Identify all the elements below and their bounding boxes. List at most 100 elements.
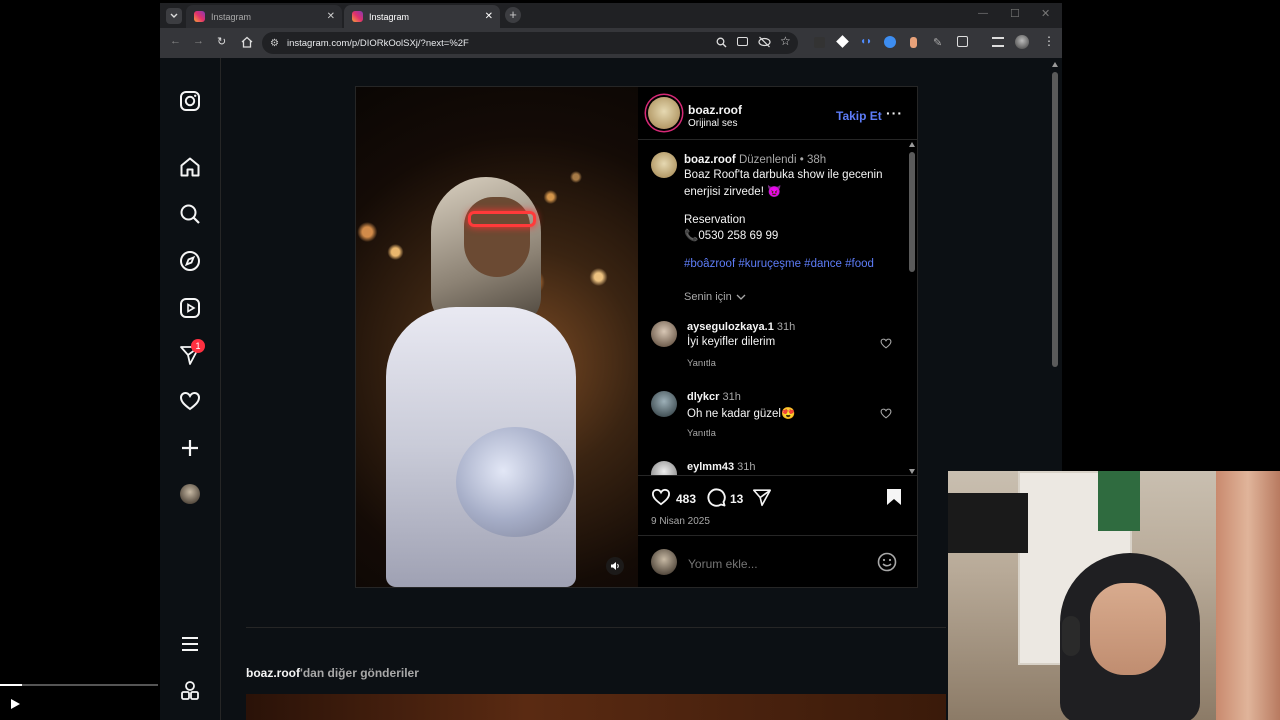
tab-instagram-2[interactable]: Instagram ✕ xyxy=(344,5,500,28)
create-plus-icon[interactable] xyxy=(179,437,201,459)
comment-count[interactable]: 13 xyxy=(730,492,743,506)
comments-scrollbar[interactable] xyxy=(908,142,916,474)
comment-avatar[interactable] xyxy=(651,461,677,475)
scroll-up-arrow-icon[interactable] xyxy=(909,142,915,147)
extension-icon-6[interactable]: ✎ xyxy=(933,36,942,49)
page-scroll-up-arrow-icon[interactable] xyxy=(1052,62,1058,67)
comment-header: eylmm43 31h xyxy=(687,461,756,473)
url-text: instagram.com/p/DIORkOolSXj/?next=%2F xyxy=(286,37,469,49)
comment-username[interactable]: eylmm43 xyxy=(687,461,734,473)
translate-toggle[interactable]: Senin için xyxy=(684,291,746,303)
page-scrollbar-thumb[interactable] xyxy=(1052,72,1058,367)
back-icon[interactable]: ← xyxy=(170,35,181,47)
scrollbar-thumb[interactable] xyxy=(909,152,915,272)
comment-username[interactable]: dlykcr xyxy=(687,391,719,403)
notifications-heart-icon[interactable] xyxy=(179,390,201,412)
webcam-headphones xyxy=(1062,616,1080,656)
cast-icon[interactable] xyxy=(737,37,748,46)
extensions-puzzle-icon[interactable] xyxy=(957,36,968,47)
new-tab-button[interactable]: + xyxy=(505,7,521,23)
eye-off-icon[interactable] xyxy=(758,36,771,48)
home-nav-icon[interactable] xyxy=(179,156,201,178)
comment-like-heart-icon[interactable] xyxy=(880,338,892,349)
minimize-icon[interactable]: — xyxy=(978,8,988,19)
maximize-icon[interactable]: ☐ xyxy=(1010,7,1020,20)
extension-icon-5[interactable] xyxy=(910,37,917,48)
caption-header: boaz.roof Düzenlendi • 38h xyxy=(684,154,826,166)
reading-list-icon[interactable] xyxy=(992,37,1004,47)
extension-icon-1[interactable] xyxy=(814,37,825,48)
performer-face xyxy=(464,197,530,277)
explore-compass-icon[interactable] xyxy=(179,250,201,272)
close-window-icon[interactable]: ✕ xyxy=(1041,7,1050,20)
media-progress-bar[interactable] xyxy=(0,684,158,686)
comment-header: aysegulozkaya.1 31h xyxy=(687,321,795,333)
tab-list-dropdown-icon[interactable] xyxy=(166,8,182,24)
instagram-logo-icon[interactable] xyxy=(179,90,201,112)
comment-text: Oh ne kadar güzel😍 xyxy=(687,408,796,420)
browser-menu-icon[interactable]: ⋮ xyxy=(1043,34,1055,48)
caption-time: 38h xyxy=(806,154,827,166)
reels-icon[interactable] xyxy=(179,297,201,319)
close-tab-icon[interactable]: ✕ xyxy=(327,11,335,22)
play-icon[interactable] xyxy=(9,698,21,710)
caption-line-2: enerjisi zirvede! 😈 xyxy=(684,186,782,198)
comment-like-heart-icon[interactable] xyxy=(880,408,892,419)
more-menu-icon[interactable] xyxy=(179,633,201,655)
tab-instagram-1[interactable]: Instagram ✕ xyxy=(186,5,342,28)
post-side-panel: boaz.roof Orijinal ses Takip Et ··· boaz… xyxy=(638,87,917,587)
comment-avatar[interactable] xyxy=(651,391,677,417)
emoji-icon[interactable] xyxy=(877,552,897,572)
caption-username[interactable]: boaz.roof xyxy=(684,154,736,166)
more-options-icon[interactable]: ··· xyxy=(886,105,903,121)
scroll-down-arrow-icon[interactable] xyxy=(909,469,915,474)
comment-username[interactable]: aysegulozkaya.1 xyxy=(687,321,774,333)
comment-input-divider xyxy=(638,535,917,536)
comments-scroll-area[interactable]: boaz.roof Düzenlendi • 38h Boaz Roof'ta … xyxy=(638,140,917,475)
share-send-icon[interactable] xyxy=(752,488,772,507)
caption-reservation: Reservation xyxy=(684,214,746,226)
comment-time: 31h xyxy=(722,391,741,403)
browser-window: Instagram ✕ Instagram ✕ + — ☐ ✕ ← → ↻ ⚙ … xyxy=(160,3,1062,720)
comment-avatar[interactable] xyxy=(651,321,677,347)
caption-line-1: Boaz Roof'ta darbuka show ile gecenin xyxy=(684,169,883,181)
post-video[interactable] xyxy=(356,87,638,587)
home-icon[interactable] xyxy=(241,36,253,48)
profile-avatar[interactable] xyxy=(180,484,200,504)
also-from-meta-icon[interactable] xyxy=(179,680,201,702)
follow-button[interactable]: Takip Et xyxy=(836,109,882,123)
extension-icon-4[interactable] xyxy=(884,36,896,48)
profile-avatar-icon[interactable] xyxy=(1015,35,1029,49)
extension-icon-3[interactable]: ◖◗ xyxy=(860,36,872,47)
more-posts-thumbnail[interactable] xyxy=(246,694,946,720)
webcam-tv xyxy=(948,493,1028,553)
like-heart-icon[interactable] xyxy=(651,488,671,506)
caption-separator: • xyxy=(799,154,804,166)
reply-button[interactable]: Yanıtla xyxy=(687,358,716,369)
comment-time: 31h xyxy=(776,321,796,333)
more-posts-heading: boaz.roof'dan diğer gönderiler xyxy=(246,666,419,680)
search-nav-icon[interactable] xyxy=(179,203,201,225)
reload-icon[interactable]: ↻ xyxy=(217,35,226,48)
author-username[interactable]: boaz.roof xyxy=(688,103,742,117)
tab-bar: Instagram ✕ Instagram ✕ + — ☐ ✕ xyxy=(160,3,1062,28)
volume-icon[interactable] xyxy=(606,557,624,575)
site-settings-icon[interactable]: ⚙ xyxy=(270,38,279,49)
save-bookmark-icon[interactable] xyxy=(886,488,902,506)
notification-badge: 1 xyxy=(191,339,205,353)
caption-avatar[interactable] xyxy=(651,152,677,178)
forward-icon[interactable]: → xyxy=(193,35,204,47)
caption-hashtags[interactable]: #boâzroof #kuruçeşme #dance #food xyxy=(684,258,874,270)
comment-bubble-icon[interactable] xyxy=(706,488,726,507)
audio-label[interactable]: Orijinal ses xyxy=(688,118,737,129)
close-tab-icon[interactable]: ✕ xyxy=(485,11,493,22)
more-posts-username[interactable]: boaz.roof xyxy=(246,666,300,680)
zoom-icon[interactable] xyxy=(716,37,727,48)
bookmark-star-icon[interactable]: ☆ xyxy=(780,34,791,48)
comment-input[interactable] xyxy=(686,554,870,574)
reply-button[interactable]: Yanıtla xyxy=(687,428,716,439)
extension-icon-2[interactable] xyxy=(836,35,849,48)
like-count[interactable]: 483 xyxy=(676,492,696,506)
actions-divider xyxy=(638,475,917,476)
author-avatar[interactable] xyxy=(648,97,680,129)
